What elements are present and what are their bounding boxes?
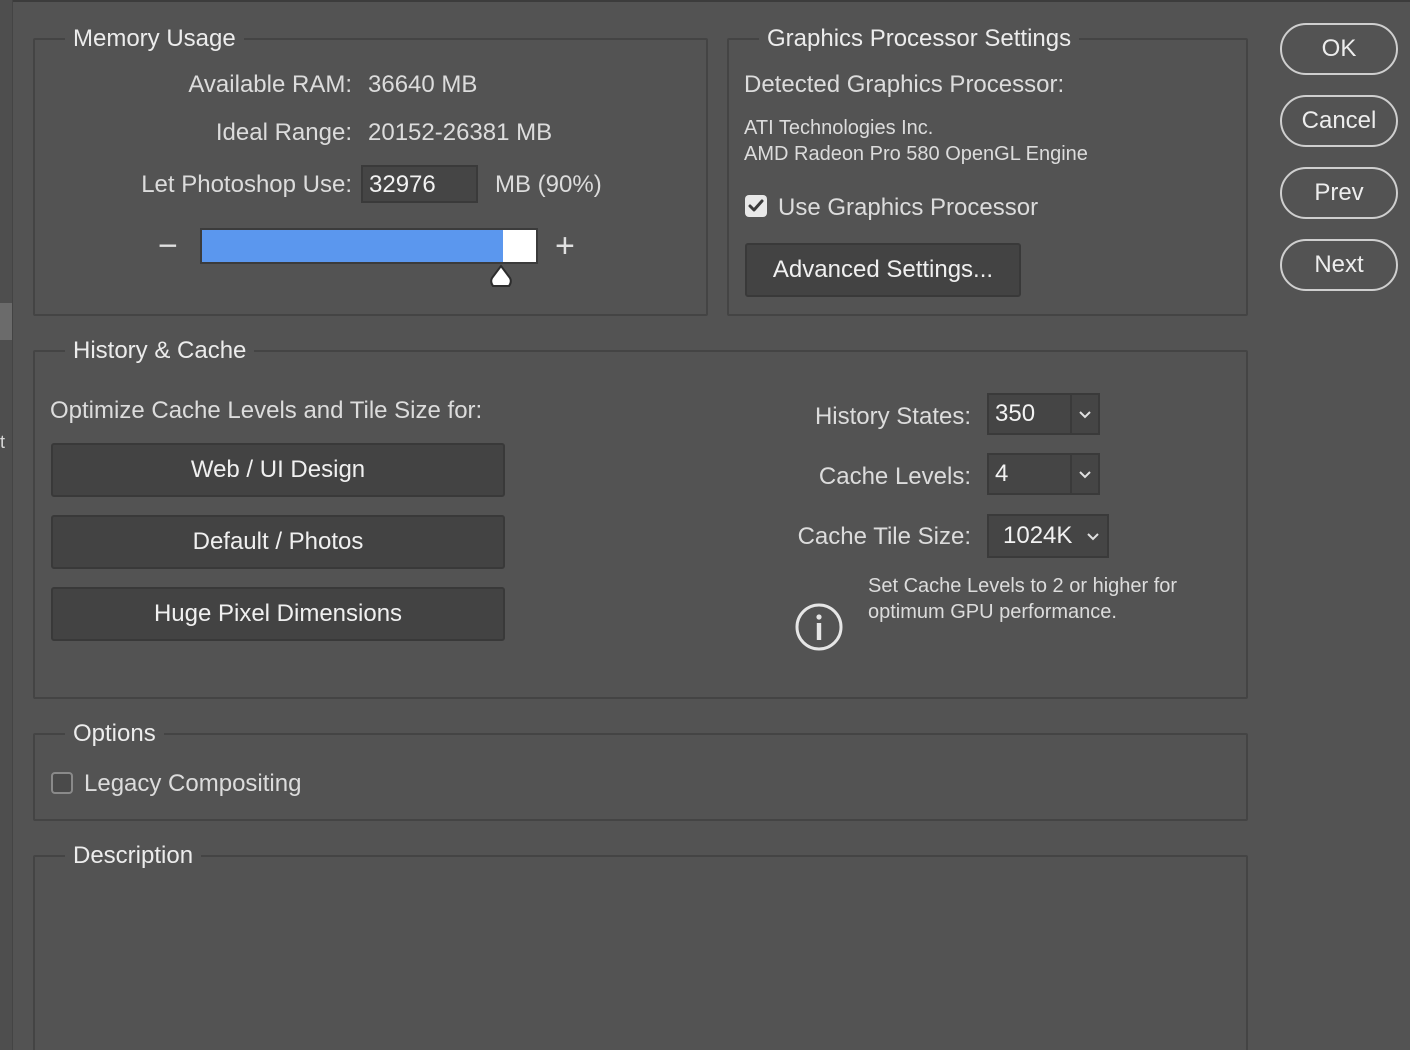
description-group: Description	[33, 841, 1248, 1050]
cache-levels-combo[interactable]: 4	[987, 453, 1100, 495]
photoshop-use-label: Let Photoshop Use:	[141, 171, 352, 198]
chevron-down-icon[interactable]	[1070, 455, 1098, 493]
options-legend: Options	[65, 719, 164, 749]
history-cache-legend: History & Cache	[65, 336, 255, 366]
advanced-settings-button[interactable]: Advanced Settings...	[745, 243, 1021, 297]
memory-usage-legend: Memory Usage	[65, 24, 244, 54]
available-ram-label: Available RAM:	[188, 71, 352, 98]
cache-info-line-1: Set Cache Levels to 2 or higher for	[868, 575, 1178, 597]
ideal-range-value: 20152-26381 MB	[368, 119, 553, 146]
checkmark-icon	[748, 199, 764, 212]
available-ram-value: 36640 MB	[368, 71, 478, 98]
detected-gpu-label: Detected Graphics Processor:	[744, 71, 1065, 98]
preferences-performance-dialog: t Memory Usage Available RAM: 36640 MB I…	[0, 0, 1410, 1050]
left-sidebar-edge: t	[0, 0, 13, 1050]
memory-slider-thumb[interactable]	[488, 264, 514, 290]
cache-levels-value[interactable]: 4	[995, 455, 1008, 493]
cache-tile-size-select[interactable]: 1024K	[987, 514, 1109, 558]
gpu-vendor: ATI Technologies Inc.	[744, 117, 934, 139]
memory-slider-fill	[202, 230, 503, 262]
next-button[interactable]: Next	[1280, 239, 1398, 291]
increase-memory-button[interactable]: +	[555, 229, 575, 263]
legacy-compositing-checkbox[interactable]	[51, 772, 73, 794]
optimize-cache-label: Optimize Cache Levels and Tile Size for:	[50, 397, 483, 424]
memory-use-unit: MB (90%)	[495, 171, 602, 198]
decrease-memory-button[interactable]: −	[158, 229, 178, 263]
history-states-combo[interactable]: 350	[987, 393, 1100, 435]
gpu-settings-legend: Graphics Processor Settings	[759, 24, 1080, 54]
cache-tile-size-label: Cache Tile Size:	[797, 523, 971, 550]
ideal-range-label: Ideal Range:	[215, 119, 352, 146]
ok-button[interactable]: OK	[1280, 23, 1398, 75]
chevron-down-icon	[1079, 516, 1107, 556]
info-icon	[795, 603, 843, 651]
history-states-value[interactable]: 350	[995, 395, 1035, 433]
preset-web-ui-button[interactable]: Web / UI Design	[51, 443, 505, 497]
top-divider	[0, 0, 1410, 2]
cache-tile-size-value: 1024K	[1003, 522, 1073, 549]
prev-button[interactable]: Prev	[1280, 167, 1398, 219]
memory-slider[interactable]	[200, 228, 538, 264]
use-gpu-checkbox[interactable]	[745, 195, 767, 217]
legacy-compositing-label[interactable]: Legacy Compositing	[84, 769, 301, 799]
sidebar-selected-marker[interactable]	[0, 303, 12, 340]
cache-levels-label: Cache Levels:	[818, 463, 971, 490]
sidebar-cut-text: t	[0, 432, 6, 452]
cancel-button[interactable]: Cancel	[1280, 95, 1398, 147]
cache-info-line-2: optimum GPU performance.	[868, 601, 1117, 623]
description-legend: Description	[65, 841, 202, 871]
gpu-model: AMD Radeon Pro 580 OpenGL Engine	[744, 143, 1088, 165]
use-gpu-label[interactable]: Use Graphics Processor	[778, 193, 1038, 223]
chevron-down-icon[interactable]	[1070, 395, 1098, 433]
memory-use-input[interactable]: 32976	[361, 165, 478, 203]
preset-default-photos-button[interactable]: Default / Photos	[51, 515, 505, 569]
history-states-label: History States:	[814, 403, 971, 430]
preset-huge-pixel-button[interactable]: Huge Pixel Dimensions	[51, 587, 505, 641]
